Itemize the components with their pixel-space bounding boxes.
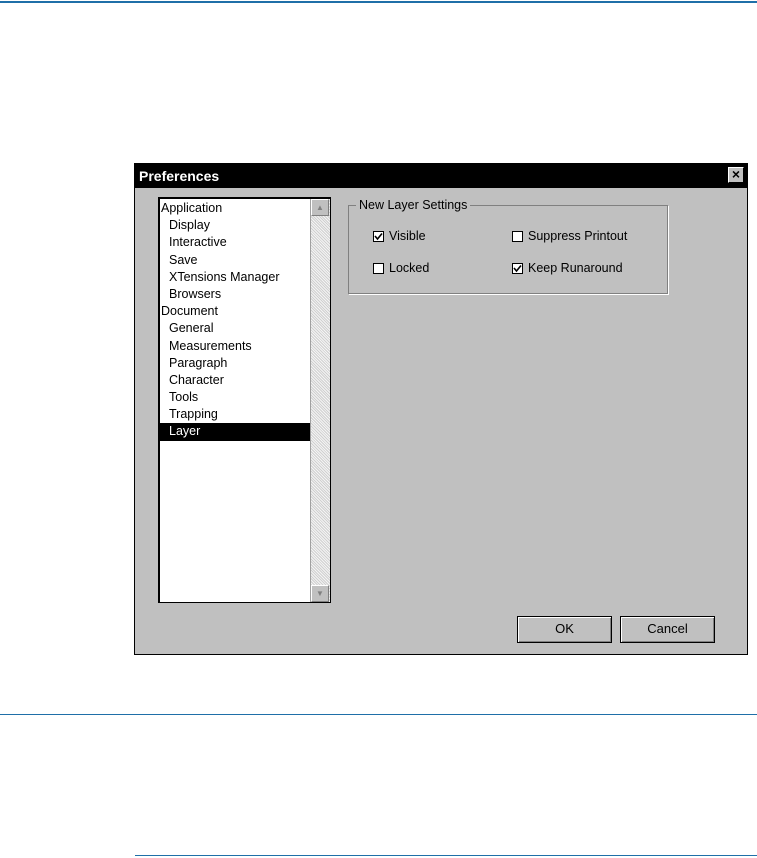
visible-checkbox[interactable]: Visible <box>373 229 426 243</box>
preferences-dialog: Preferences × Application Display Interact… <box>134 163 748 655</box>
scroll-down-arrow-icon[interactable]: ▼ <box>311 585 329 602</box>
visible-checkbox-box[interactable] <box>373 230 384 242</box>
cancel-button[interactable]: Cancel <box>620 616 715 643</box>
scroll-up-arrow-icon[interactable]: ▲ <box>311 199 329 216</box>
locked-label: Locked <box>389 261 430 275</box>
tree-item-paragraph[interactable]: Paragraph <box>160 355 310 372</box>
tree-item-measurements[interactable]: Measurements <box>160 338 310 355</box>
top-rule <box>0 1 757 3</box>
locked-checkbox[interactable]: Locked <box>373 261 429 275</box>
tree-items: Application Display Interactive Save XTensio… <box>160 200 310 441</box>
tree-item-trapping[interactable]: Trapping <box>160 406 310 423</box>
tree-item-character[interactable]: Character <box>160 372 310 389</box>
ok-button[interactable]: OK <box>517 616 612 643</box>
preferences-tree[interactable]: Application Display Interactive Save XTensio… <box>158 197 331 603</box>
close-button[interactable]: × <box>728 167 744 183</box>
title-bar: Preferences × <box>135 164 747 188</box>
dialog-title: Preferences <box>139 168 220 184</box>
tree-item-xtensions-manager[interactable]: XTensions Manager <box>160 269 310 286</box>
new-layer-settings-group: New Layer Settings Visible Suppress Prin… <box>348 197 668 294</box>
keep-runaround-checkbox-box[interactable] <box>512 262 523 274</box>
tree-item-save[interactable]: Save <box>160 252 310 269</box>
tree-scrollbar[interactable]: ▲ ▼ <box>310 199 330 602</box>
suppress-printout-checkbox[interactable]: Suppress Printout <box>512 229 627 243</box>
tree-item-tools[interactable]: Tools <box>160 389 310 406</box>
group-legend: New Layer Settings <box>356 197 471 213</box>
tree-item-layer[interactable]: Layer <box>160 423 310 441</box>
checkmark-icon <box>513 264 522 272</box>
suppress-printout-checkbox-box[interactable] <box>512 230 523 242</box>
tree-item-display[interactable]: Display <box>160 217 310 234</box>
tree-item-application[interactable]: Application <box>160 200 310 217</box>
close-icon: × <box>731 166 741 182</box>
tree-item-interactive[interactable]: Interactive <box>160 234 310 251</box>
middle-rule <box>0 714 757 715</box>
bottom-rule <box>135 855 757 856</box>
locked-checkbox-box[interactable] <box>373 262 384 274</box>
keep-runaround-checkbox[interactable]: Keep Runaround <box>512 261 623 275</box>
suppress-printout-label: Suppress Printout <box>528 229 628 243</box>
visible-label: Visible <box>389 229 426 243</box>
tree-item-document[interactable]: Document <box>160 303 310 320</box>
tree-item-browsers[interactable]: Browsers <box>160 286 310 303</box>
keep-runaround-label: Keep Runaround <box>528 261 623 275</box>
tree-item-general[interactable]: General <box>160 320 310 337</box>
checkmark-icon <box>374 232 383 240</box>
